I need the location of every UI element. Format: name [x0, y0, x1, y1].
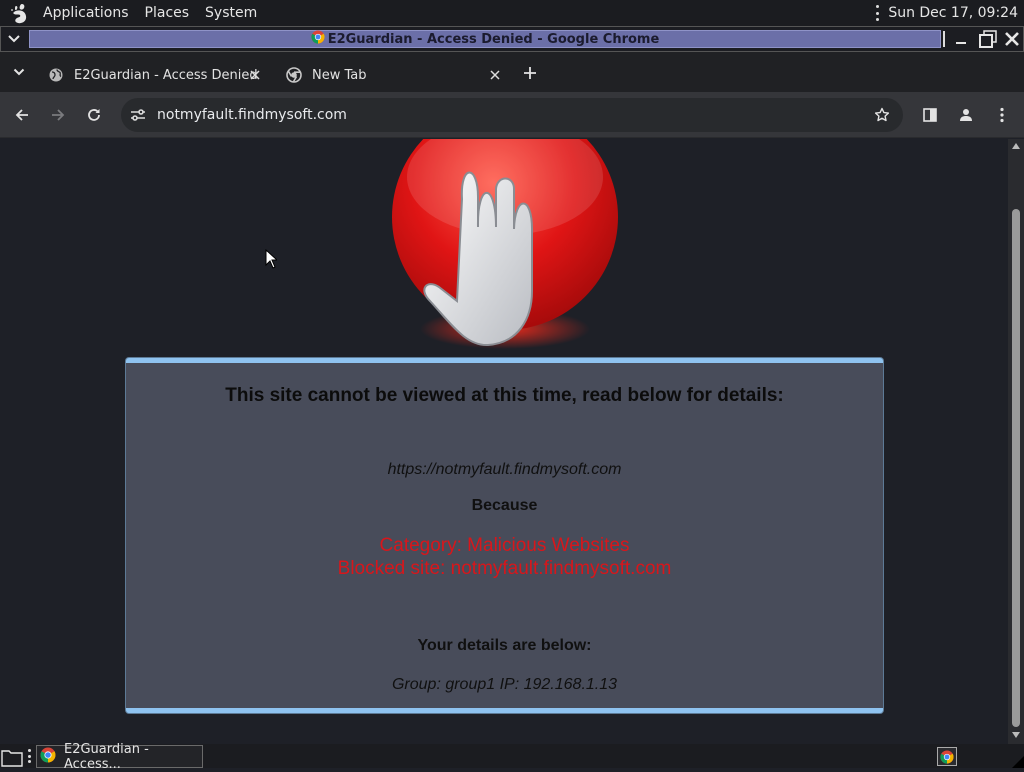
- scroll-thumb[interactable]: [1012, 209, 1020, 727]
- chrome-icon: [40, 747, 56, 767]
- show-desktop-icon[interactable]: [0, 746, 24, 768]
- top-panel: Applications Places System Sun Dec 17, 0…: [0, 0, 1024, 26]
- panel-kebab-icon[interactable]: [872, 5, 882, 21]
- side-panel-icon[interactable]: [918, 103, 942, 127]
- tab-strip: E2Guardian - Access Denied New Tab: [0, 52, 1024, 92]
- applications-menu[interactable]: Applications: [35, 0, 137, 26]
- window-title: E2Guardian - Access Denied - Google Chro…: [327, 31, 660, 47]
- new-tab-plus-icon[interactable]: [519, 62, 541, 84]
- forward-arrow-icon[interactable]: [46, 103, 70, 127]
- bookmark-star-icon[interactable]: [873, 106, 891, 124]
- blocked-url: https://notmyfault.findmysoft.com: [387, 461, 622, 478]
- close-window-icon[interactable]: [1002, 29, 1022, 49]
- tab-search-icon[interactable]: [8, 62, 30, 82]
- tab-label: E2Guardian - Access Denied: [74, 67, 258, 83]
- window-menu-button[interactable]: [2, 28, 26, 50]
- tray-chrome-icon[interactable]: [937, 747, 957, 766]
- block-heading: This site cannot be viewed at this time,…: [225, 385, 784, 406]
- taskbar-window-button[interactable]: E2Guardian - Access...: [36, 742, 203, 772]
- tab-label: New Tab: [312, 67, 367, 83]
- mouse-cursor-icon: [265, 249, 277, 269]
- back-arrow-icon[interactable]: [10, 103, 34, 127]
- globe-icon: [48, 67, 64, 83]
- reload-icon[interactable]: [82, 103, 106, 127]
- maximize-icon[interactable]: [978, 29, 998, 49]
- tab-new-tab[interactable]: New Tab: [278, 58, 510, 92]
- title-separator: [943, 31, 945, 47]
- browser-toolbar: notmyfault.findmysoft.com: [0, 92, 1024, 138]
- blocked-site-line: Blocked site: notmyfault.findmysoft.com: [337, 558, 672, 579]
- because-label: Because: [471, 497, 538, 514]
- stop-hand-icon: [392, 139, 618, 349]
- block-details-box: This site cannot be viewed at this time,…: [126, 358, 883, 713]
- bottom-taskbar: E2Guardian - Access...: [0, 742, 1024, 772]
- taskbar-handle-icon[interactable]: [28, 749, 32, 763]
- page-content: This site cannot be viewed at this time,…: [0, 139, 1008, 744]
- minimize-icon[interactable]: [951, 29, 971, 49]
- chrome-icon: [286, 67, 302, 83]
- site-info-icon[interactable]: [129, 106, 147, 124]
- taskbar-window-label: E2Guardian - Access...: [64, 741, 149, 772]
- window-title-strip[interactable]: E2Guardian - Access Denied - Google Chro…: [29, 30, 941, 48]
- url-text[interactable]: notmyfault.findmysoft.com: [157, 107, 347, 123]
- category-line: Category: Malicious Websites: [379, 535, 630, 556]
- tray-corner-icon: [1012, 756, 1024, 768]
- tab-e2guardian[interactable]: E2Guardian - Access Denied: [38, 58, 270, 92]
- profile-icon[interactable]: [954, 103, 978, 127]
- chrome-icon: [311, 30, 325, 48]
- system-menu[interactable]: System: [197, 0, 265, 26]
- scroll-up-arrow-icon[interactable]: [1012, 143, 1020, 149]
- page-scrollbar[interactable]: [1008, 139, 1024, 744]
- details-line: Group: group1 IP: 192.168.1.13: [391, 676, 618, 693]
- window-titlebar[interactable]: E2Guardian - Access Denied - Google Chro…: [0, 26, 1024, 52]
- scroll-down-arrow-icon[interactable]: [1012, 732, 1020, 738]
- chrome-menu-icon[interactable]: [990, 103, 1014, 127]
- gnome-foot-icon[interactable]: [7, 1, 31, 25]
- close-tab-icon[interactable]: [486, 66, 504, 84]
- details-heading: Your details are below:: [417, 637, 592, 654]
- address-bar[interactable]: notmyfault.findmysoft.com: [121, 98, 903, 132]
- places-menu[interactable]: Places: [137, 0, 198, 26]
- panel-clock[interactable]: Sun Dec 17, 09:24: [888, 5, 1018, 21]
- close-tab-icon[interactable]: [246, 66, 264, 84]
